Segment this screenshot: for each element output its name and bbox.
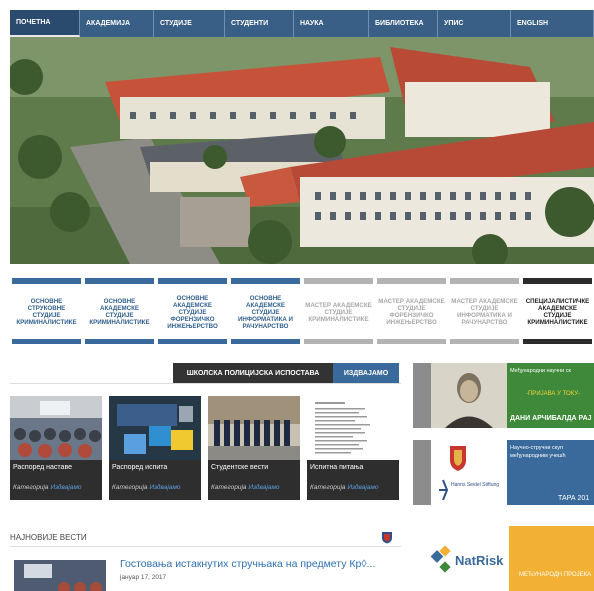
banner-text: ДАНИ АРЧИБАЛДА РАЈ <box>510 415 592 422</box>
program-label: ОСНОВНЕ АКАДЕМСКЕ СТУДИЈЕ КРИМИНАЛИСТИКЕ <box>89 298 150 326</box>
nav-item-6[interactable]: УПИС <box>438 10 511 37</box>
program-bar <box>12 278 81 284</box>
card-title: Испитна питања <box>310 464 364 471</box>
campus-aerial-image <box>10 37 594 264</box>
nav-item-1[interactable]: АКАДЕМИЈА <box>80 10 154 37</box>
program-bar <box>231 339 300 344</box>
program-label: СПЕЦИЈАЛИСТИЧКЕ АКАДЕМСКЕ СТУДИЈЕ КРИМИН… <box>525 298 590 326</box>
section-title: НАЈНОВИЈЕ ВЕСТИ <box>10 533 87 542</box>
conference-banner-tara[interactable]: Hanns Seidel Stiftung Научно-стручни ску… <box>413 440 594 505</box>
program-link-0[interactable]: ОСНОВНЕ СТРУКОВНЕ СТУДИЈЕ КРИМИНАЛИСТИКЕ <box>10 278 83 344</box>
cadets-image <box>208 396 300 460</box>
program-bar <box>12 339 81 344</box>
program-bar <box>377 278 446 284</box>
news-title-link[interactable]: Гостовања истакнутих стручњака на предме… <box>120 558 375 570</box>
program-label: МАСТЕР АКАДЕМСКЕ СТУДИЈЕ КРИМИНАЛИСТИКЕ <box>305 301 372 323</box>
card-category: Категорија Издвајамо <box>112 484 181 491</box>
card-category: Категорија Издвајамо <box>211 484 280 491</box>
card-title: Распоред испита <box>112 464 168 471</box>
program-bar <box>377 339 446 344</box>
program-link-3[interactable]: ОСНОВНЕ АКАДЕМСКЕ СТУДИЈЕ ИНФОРМАТИКА И … <box>229 278 302 344</box>
tab-school-police-station[interactable]: ШКОЛСКА ПОЛИЦИЈСКА ИСПОСТАВА <box>173 363 333 383</box>
conference-banner-reiss[interactable]: Међународни научни ск -ПРИЈАВА У ТОКУ- Д… <box>413 363 594 428</box>
banner-text: међународним учешћ <box>510 453 566 459</box>
program-label: МАСТЕР АКАДЕМСКЕ СТУДИЈЕ ИНФОРМАТИКА И Р… <box>451 298 518 326</box>
banner-text: -ПРИЈАВА У ТОКУ- <box>526 391 580 397</box>
lecture-hall-image <box>10 396 102 460</box>
content-tabs: ШКОЛСКА ПОЛИЦИЈСКА ИСПОСТАВА ИЗДВАЈАМО <box>173 363 399 383</box>
card-student-news[interactable]: Студентске вести Категорија Издвајамо <box>208 396 300 500</box>
news-thumbnail <box>14 560 106 591</box>
program-link-1[interactable]: ОСНОВНЕ АКАДЕМСКЕ СТУДИЈЕ КРИМИНАЛИСТИКЕ <box>83 278 156 344</box>
program-link-5[interactable]: МАСТЕР АКАДЕМСКЕ СТУДИЈЕ ФОРЕНЗИЧКО ИНЖЕ… <box>375 278 448 344</box>
latest-news-header: НАЈНОВИЈЕ ВЕСТИ <box>10 529 401 547</box>
program-label: ОСНОВНЕ АКАДЕМСКЕ СТУДИЈЕ ФОРЕНЗИЧКО ИНЖ… <box>167 294 218 330</box>
study-programs-strip: ОСНОВНЕ СТРУКОВНЕ СТУДИЈЕ КРИМИНАЛИСТИКЕ… <box>10 278 594 344</box>
hero-campus-photo <box>10 37 594 264</box>
program-bar <box>523 339 592 344</box>
brand-text: Hanns Seidel Stiftung <box>451 482 499 488</box>
program-label: ОСНОВНЕ АКАДЕМСКЕ СТУДИЈЕ ИНФОРМАТИКА И … <box>237 294 293 330</box>
equipment-image <box>109 396 201 460</box>
banner-text: Међународни научни ск <box>510 368 571 374</box>
card-title: Студентске вести <box>211 464 269 471</box>
program-link-2[interactable]: ОСНОВНЕ АКАДЕМСКЕ СТУДИЈЕ ФОРЕНЗИЧКО ИНЖ… <box>156 278 229 344</box>
program-link-4[interactable]: МАСТЕР АКАДЕМСКЕ СТУДИЈЕ КРИМИНАЛИСТИКЕ <box>302 278 375 344</box>
category-link[interactable]: Издвајамо <box>347 484 378 491</box>
nav-item-0[interactable]: ПОЧЕТНА <box>10 10 80 37</box>
card-category: Категорија Издвајамо <box>13 484 82 491</box>
card-exam-schedule[interactable]: Распоред испита Категорија Издвајамо <box>109 396 201 500</box>
nav-item-5[interactable]: БИБЛИОТЕКА <box>369 10 438 37</box>
tab-featured[interactable]: ИЗДВАЈАМО <box>333 363 399 383</box>
program-bar <box>158 339 227 344</box>
natrisk-banner[interactable]: NatRisk МЕЂУНАРОДН ПРОЈЕКА <box>413 526 594 591</box>
program-bar <box>231 278 300 284</box>
tab-divider <box>10 383 401 384</box>
banner-text: МЕЂУНАРОДН ПРОЈЕКА <box>519 572 591 578</box>
program-bar <box>85 339 154 344</box>
document-image <box>307 396 399 460</box>
program-link-7[interactable]: СПЕЦИЈАЛИСТИЧКЕ АКАДЕМСКЕ СТУДИЈЕ КРИМИН… <box>521 278 594 344</box>
crest-icon <box>382 532 392 544</box>
program-bar <box>158 278 227 284</box>
program-bar <box>523 278 592 284</box>
nav-item-2[interactable]: СТУДИЈЕ <box>154 10 225 37</box>
news-item[interactable]: Гостовања истакнутих стручњака на предме… <box>10 556 401 591</box>
card-class-schedule[interactable]: Распоред наставе Категорија Издвајамо <box>10 396 102 500</box>
nav-item-4[interactable]: НАУКА <box>294 10 369 37</box>
program-label: ОСНОВНЕ СТРУКОВНЕ СТУДИЈЕ КРИМИНАЛИСТИКЕ <box>16 298 77 326</box>
banner-text: ТАРА 201 <box>558 495 589 502</box>
card-exam-questions[interactable]: Испитна питања Категорија Издвајамо <box>307 396 399 500</box>
program-bar <box>304 278 373 284</box>
news-date: јануар 17, 2017 <box>120 574 167 581</box>
card-category: Категорија Издвајамо <box>310 484 379 491</box>
program-bar <box>450 278 519 284</box>
category-link[interactable]: Издвајамо <box>50 484 81 491</box>
brand-text: NatRisk <box>455 553 504 568</box>
nav-item-3[interactable]: СТУДЕНТИ <box>225 10 294 37</box>
category-link[interactable]: Издвајамо <box>149 484 180 491</box>
program-bar <box>304 339 373 344</box>
program-label: МАСТЕР АКАДЕМСКЕ СТУДИЈЕ ФОРЕНЗИЧКО ИНЖЕ… <box>378 298 445 326</box>
featured-cards: Распоред наставе Категорија Издвајамо Ра… <box>10 396 401 500</box>
program-bar <box>450 339 519 344</box>
category-link[interactable]: Издвајамо <box>248 484 279 491</box>
main-navigation: ПОЧЕТНА АКАДЕМИЈА СТУДИЈЕ СТУДЕНТИ НАУКА БИБЛ… <box>10 10 594 37</box>
card-title: Распоред наставе <box>13 464 72 471</box>
program-bar <box>85 278 154 284</box>
banner-text: Научно-стручни скуп <box>510 445 563 451</box>
program-link-6[interactable]: МАСТЕР АКАДЕМСКЕ СТУДИЈЕ ИНФОРМАТИКА И Р… <box>448 278 521 344</box>
nav-item-7[interactable]: ENGLISH <box>511 10 594 37</box>
